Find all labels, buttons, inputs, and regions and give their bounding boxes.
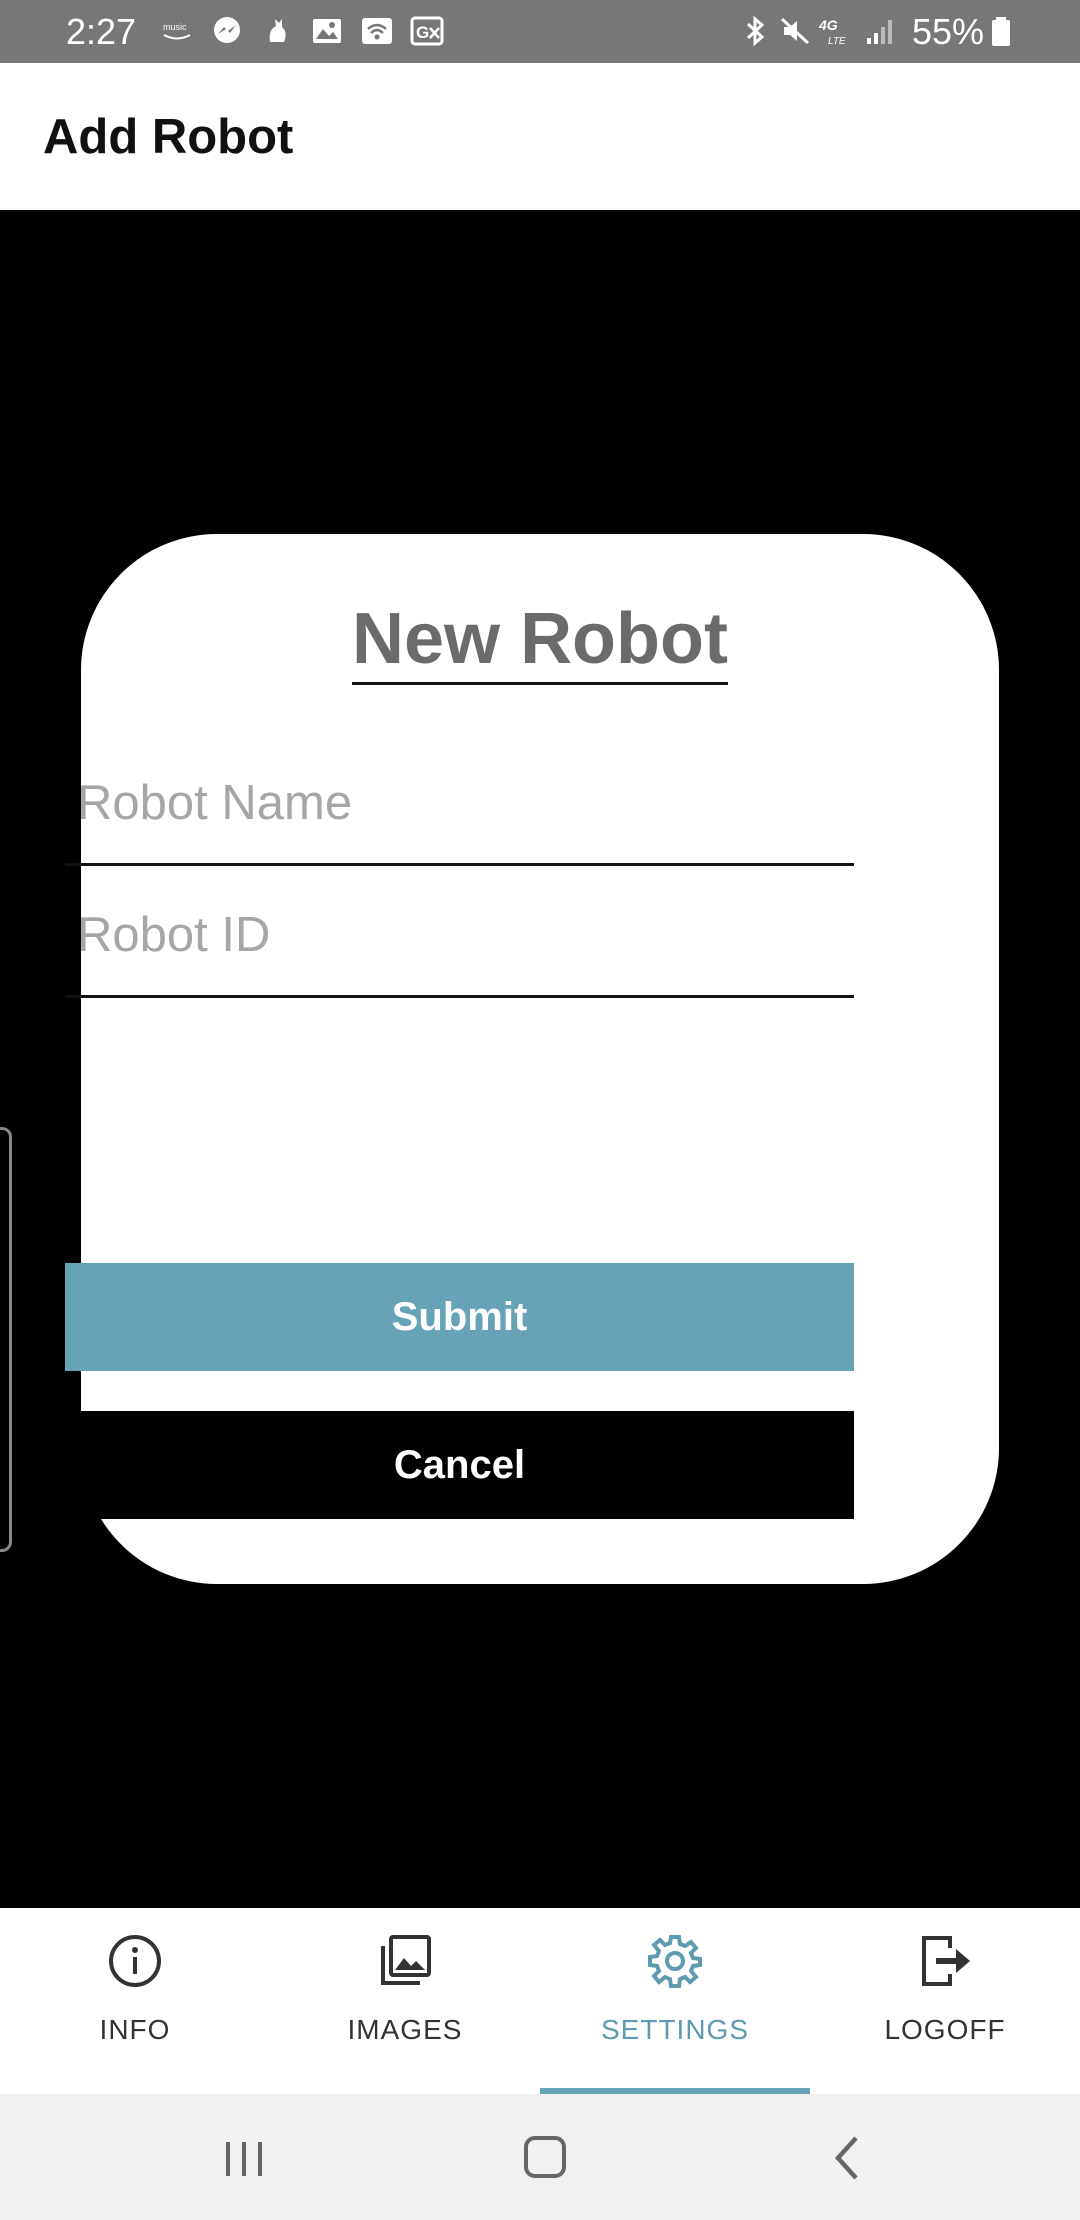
messenger-icon: [210, 14, 244, 48]
robot-id-input[interactable]: [65, 868, 854, 995]
nav-item-images[interactable]: IMAGES: [270, 1908, 540, 2094]
svg-text:LTE: LTE: [828, 36, 846, 47]
nav-item-info[interactable]: INFO: [0, 1908, 270, 2094]
nav-item-logoff[interactable]: LOGOFF: [810, 1908, 1080, 2094]
amazon-music-icon: music: [160, 14, 194, 48]
back-button[interactable]: [818, 2130, 878, 2186]
4g-lte-icon: 4G LTE: [818, 14, 852, 48]
gallery-icon: [310, 14, 344, 48]
home-icon: [524, 2136, 566, 2178]
nav-label-images: IMAGES: [347, 2014, 463, 2045]
status-time: 2:27: [66, 11, 137, 52]
signal-icon: [864, 14, 898, 48]
logout-icon: [916, 1932, 974, 1990]
robot-name-field: [65, 736, 854, 866]
info-icon: [106, 1932, 164, 1990]
cat-notification-icon: [260, 14, 294, 48]
battery-percent: 55%: [912, 11, 985, 52]
cancel-button[interactable]: Cancel: [65, 1411, 854, 1519]
status-bar: 2:27 music G 4G LTE 55%: [0, 0, 1080, 63]
svg-text:music: music: [163, 22, 187, 32]
edge-panel-handle[interactable]: [0, 1127, 12, 1552]
dialog-title: New Robot: [352, 598, 728, 685]
robot-id-field: [65, 868, 854, 998]
svg-text:G: G: [416, 23, 429, 42]
gear-icon: [646, 1932, 704, 1990]
app-header: Add Robot: [0, 63, 1080, 210]
svg-text:4G: 4G: [818, 17, 838, 33]
page-title: Add Robot: [43, 110, 294, 164]
bluetooth-icon: [738, 14, 772, 48]
recents-icon: [226, 2142, 262, 2176]
nav-item-settings[interactable]: SETTINGS: [540, 1908, 810, 2094]
home-button[interactable]: [515, 2130, 575, 2186]
submit-button[interactable]: Submit: [65, 1263, 854, 1371]
robot-name-input[interactable]: [65, 736, 854, 863]
battery-icon: [984, 14, 1018, 48]
bottom-navigation: INFO IMAGES SETTINGS LOGOFF: [0, 1908, 1080, 2094]
recents-button[interactable]: [214, 2130, 274, 2186]
images-icon: [376, 1932, 434, 1990]
back-icon: [834, 2136, 858, 2180]
system-navigation-bar: [0, 2094, 1080, 2220]
nav-label-info: INFO: [99, 2014, 171, 2045]
mute-icon: [778, 14, 812, 48]
translate-icon: G: [410, 14, 444, 48]
nav-label-settings: SETTINGS: [600, 2014, 749, 2045]
wifi-calling-icon: [360, 14, 394, 48]
nav-label-logoff: LOGOFF: [884, 2014, 1006, 2045]
